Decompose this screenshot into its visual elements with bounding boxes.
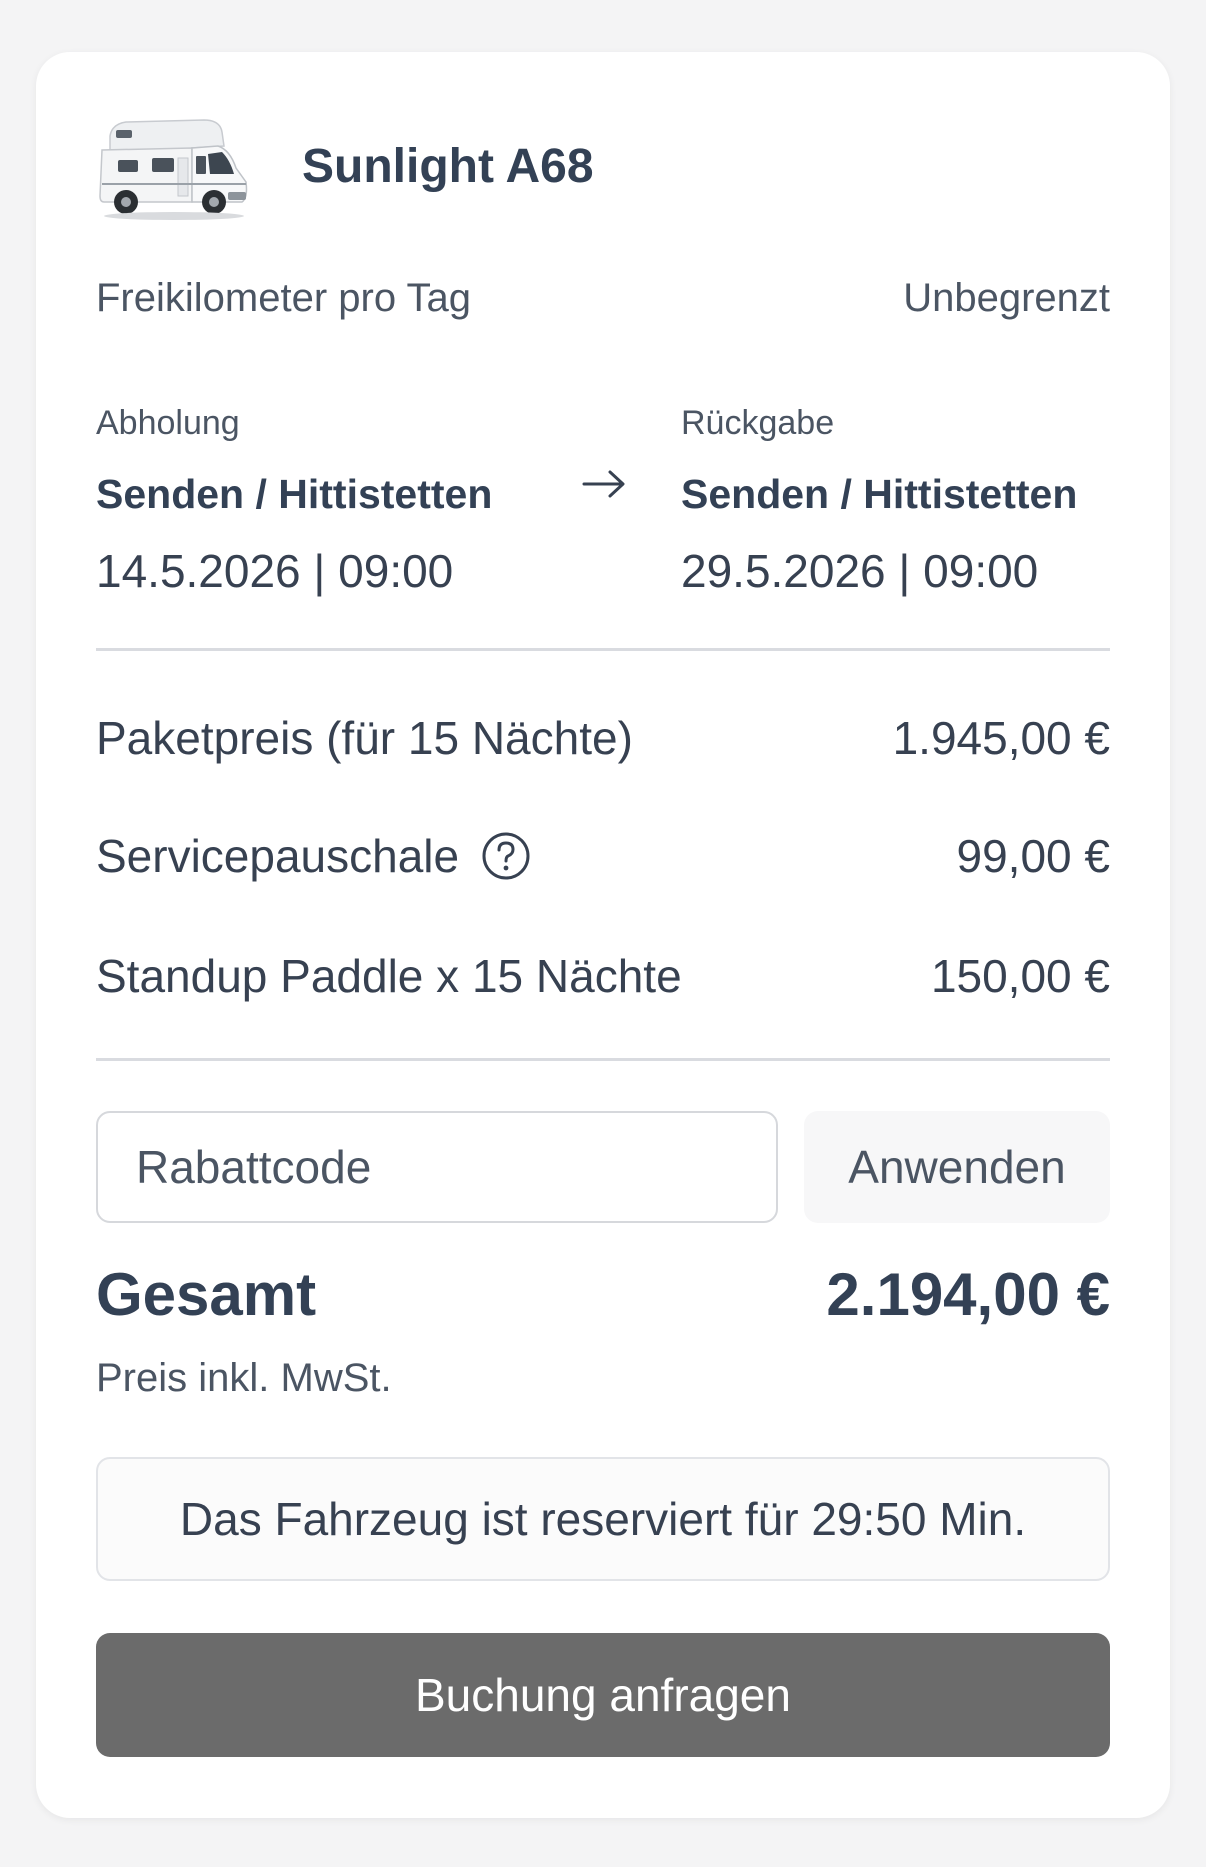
return-label: Rückgabe — [681, 404, 835, 442]
return-info: Rückgabe Senden / Hittistetten 29.5.2026… — [681, 404, 1077, 598]
divider — [96, 648, 1110, 651]
free-mileage-row: Freikilometer pro Tag Unbegrenzt — [96, 276, 1110, 321]
divider — [96, 1058, 1110, 1061]
price-amount: 1.945,00 € — [892, 712, 1110, 764]
total-amount: 2.194,00 € — [826, 1261, 1110, 1328]
reservation-timer-notice: Das Fahrzeug ist reserviert für 29:50 Mi… — [96, 1457, 1110, 1581]
free-mileage-value: Unbegrenzt — [903, 276, 1110, 320]
price-amount: 99,00 € — [956, 830, 1110, 882]
price-row-package: Paketpreis (für 15 Nächte) 1.945,00 € — [96, 711, 1110, 765]
pickup-label: Abholung — [96, 404, 240, 442]
price-label: Servicepauschale — [96, 830, 460, 882]
request-booking-button[interactable]: Buchung anfragen — [96, 1633, 1110, 1757]
arrow-right-icon — [582, 470, 625, 498]
question-circle-icon[interactable] — [481, 831, 531, 881]
coupon-code-input[interactable] — [96, 1111, 778, 1223]
pickup-info: Abholung Senden / Hittistetten 14.5.2026… — [96, 404, 492, 598]
booking-summary-card: Sunlight A68 Freikilometer pro Tag Unbeg… — [36, 52, 1170, 1818]
total-row: Gesamt 2.194,00 € — [96, 1260, 1110, 1329]
total-label: Gesamt — [96, 1261, 317, 1328]
return-place: Senden / Hittistetten — [681, 471, 1078, 517]
return-datetime: 29.5.2026 | 09:00 — [681, 545, 1039, 597]
free-mileage-label: Freikilometer pro Tag — [96, 276, 471, 320]
price-label: Standup Paddle x 15 Nächte — [96, 950, 682, 1002]
price-row-standup-paddle: Standup Paddle x 15 Nächte 150,00 € — [96, 949, 1110, 1003]
pickup-datetime: 14.5.2026 | 09:00 — [96, 545, 454, 597]
price-row-service-fee: Servicepauschale 99,00 € — [96, 829, 1110, 883]
price-label: Paketpreis (für 15 Nächte) — [96, 712, 633, 764]
service-fee-label-group: Servicepauschale — [96, 829, 531, 883]
camper-van-image — [99, 119, 248, 220]
apply-coupon-button[interactable]: Anwenden — [804, 1111, 1110, 1223]
pickup-place: Senden / Hittistetten — [96, 471, 493, 517]
vat-note: Preis inkl. MwSt. — [96, 1356, 392, 1400]
vehicle-name: Sunlight A68 — [302, 139, 594, 193]
price-amount: 150,00 € — [930, 950, 1110, 1002]
vehicle-header: Sunlight A68 — [96, 110, 594, 222]
